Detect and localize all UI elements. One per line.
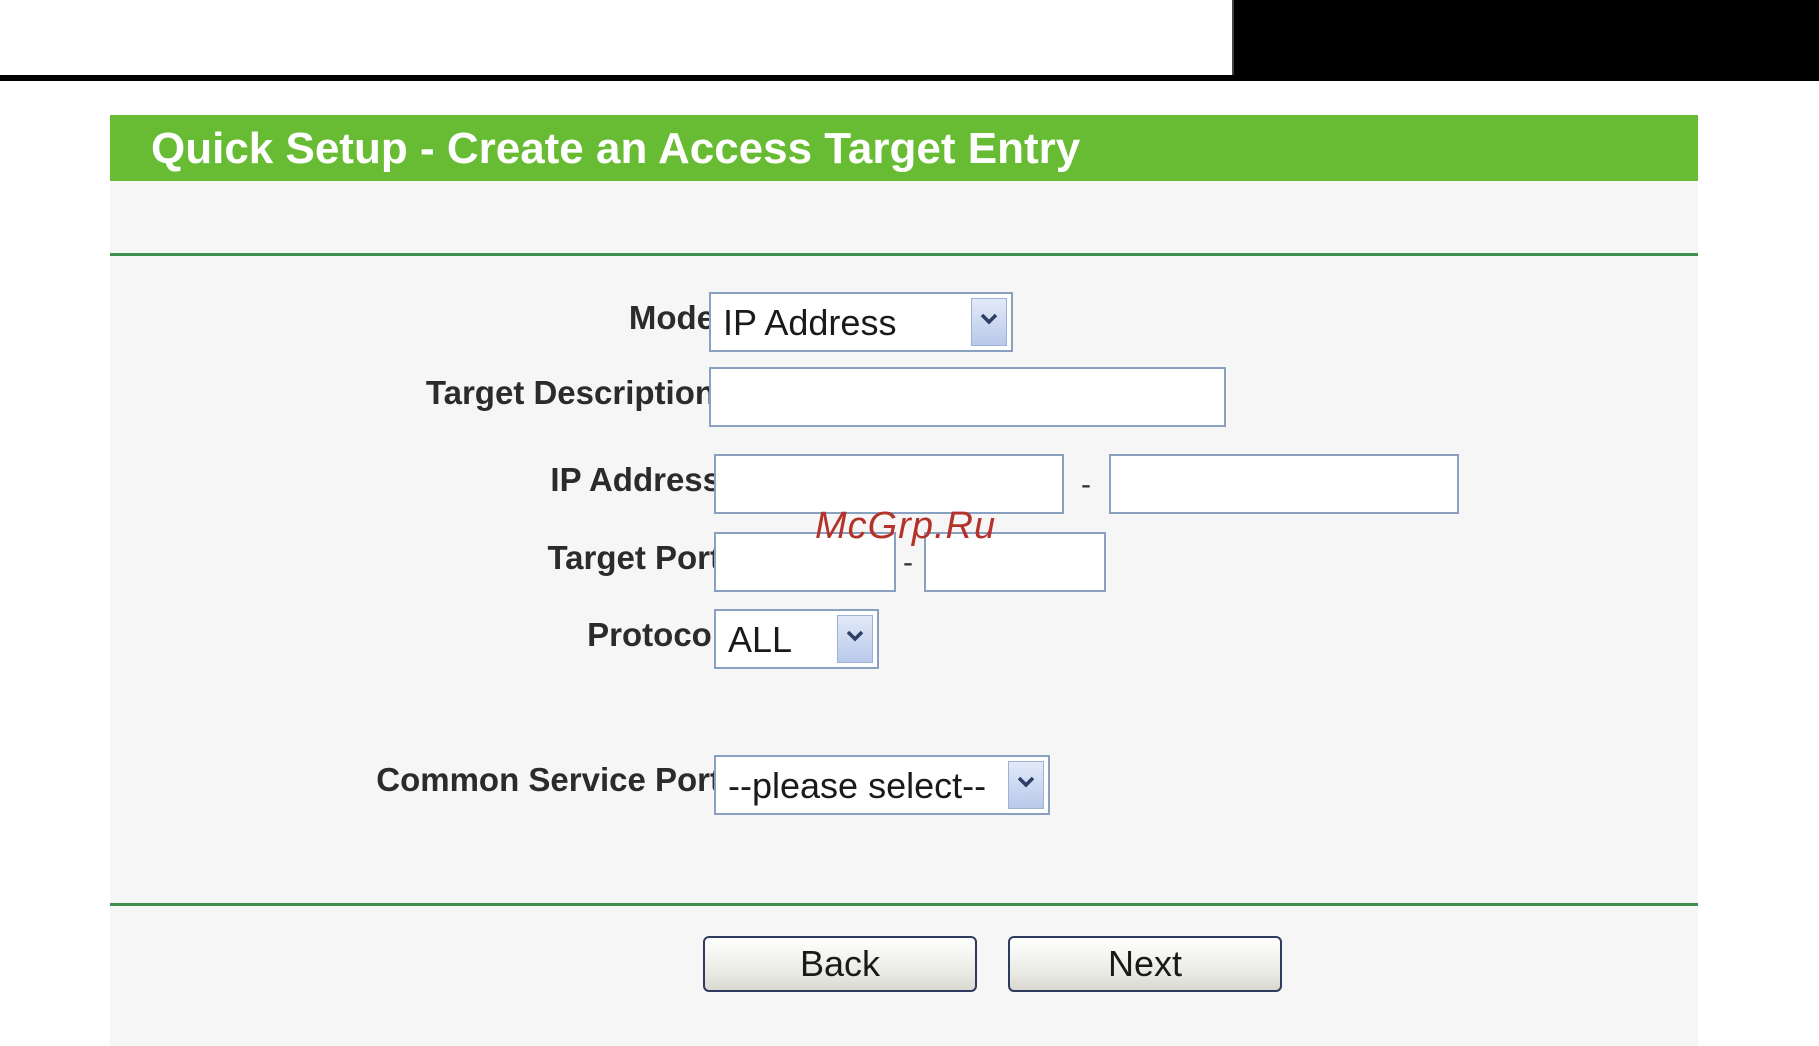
target-description-label: Target Description: xyxy=(425,374,726,411)
top-separator xyxy=(110,253,1698,256)
mode-select[interactable]: IP Address xyxy=(709,292,1013,352)
target-port-label: Target Port: xyxy=(547,539,732,576)
target-description-input[interactable] xyxy=(709,367,1226,427)
protocol-select-value: ALL xyxy=(728,619,793,660)
top-black-bar xyxy=(1232,0,1819,75)
top-bar-edge xyxy=(1232,0,1234,75)
back-button[interactable]: Back xyxy=(703,936,977,992)
page-title: Quick Setup - Create an Access Target En… xyxy=(151,124,1081,173)
top-rule xyxy=(0,75,1819,81)
watermark: McGrp.Ru xyxy=(815,505,997,547)
bottom-separator xyxy=(110,903,1698,906)
chevron-down-icon[interactable] xyxy=(971,298,1007,346)
common-service-port-select[interactable]: --please select-- xyxy=(714,755,1050,815)
next-button[interactable]: Next xyxy=(1008,936,1282,992)
port-range-separator: - xyxy=(903,546,913,579)
ip-address-end-input[interactable] xyxy=(1109,454,1459,514)
ip-address-label: IP Address: xyxy=(550,461,732,498)
protocol-label: Protocol: xyxy=(587,616,732,653)
chevron-down-icon[interactable] xyxy=(1008,761,1044,809)
chevron-down-icon[interactable] xyxy=(837,615,873,663)
mode-select-value: IP Address xyxy=(723,302,897,343)
quick-setup-panel: Quick Setup - Create an Access Target En… xyxy=(110,115,1698,1046)
ip-range-separator: - xyxy=(1081,468,1091,501)
panel-header: Quick Setup - Create an Access Target En… xyxy=(110,115,1698,181)
common-service-port-label: Common Service Port: xyxy=(376,761,732,798)
common-service-port-select-value: --please select-- xyxy=(728,765,987,806)
protocol-select[interactable]: ALL xyxy=(714,609,879,669)
